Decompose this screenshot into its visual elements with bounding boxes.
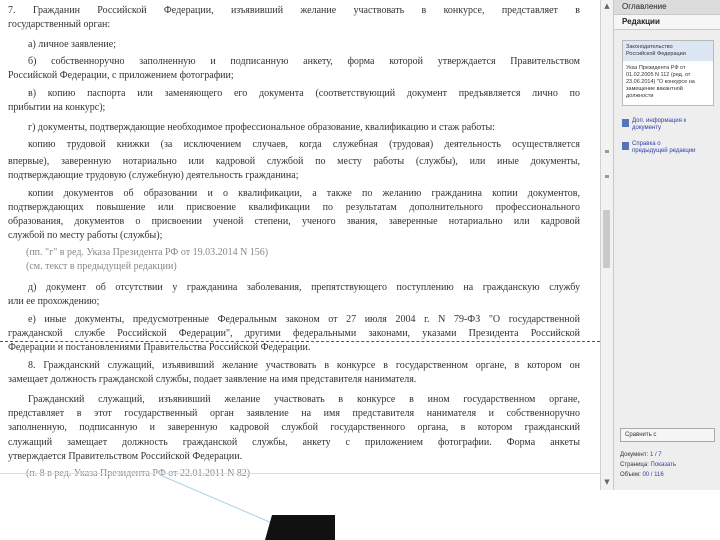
info-line: Российской Федерации (626, 51, 686, 57)
sidebar-footer: Сравнить с Документ: 1 / 7 Страница: Пок… (614, 428, 720, 480)
page-label: Страница: (620, 462, 649, 468)
document-line: образования, документов о присвоении уче… (8, 216, 580, 227)
tab-contents[interactable]: Оглавление (614, 0, 720, 15)
document-line: Федерации и постановлениями Правительств… (8, 342, 311, 353)
document-line: впервые), заверенную нотариально или кад… (8, 156, 580, 167)
document-pane: 7. Гражданин Российской Федерации, изъяв… (0, 0, 600, 490)
document-line: утверждается Правительством Российской Ф… (8, 451, 243, 462)
link-additional-info[interactable]: Доп. информация к документу (622, 118, 686, 132)
link-label: предыдущей редакции (632, 148, 696, 154)
link-label: Справка о (632, 141, 661, 147)
compare-button[interactable]: Сравнить с (620, 428, 715, 442)
document-line: замещает должность гражданской службы, п… (8, 374, 417, 385)
document-line: 8. Гражданский служащий, изъявивший жела… (28, 360, 580, 371)
document-line: б) собственноручно заполненную и подписа… (28, 56, 580, 67)
scroll-thumb[interactable] (603, 210, 610, 268)
page-counter: Страница: Показать (614, 460, 720, 470)
scroll-marker (605, 175, 609, 178)
document-line: подтверждающих повышение или присвоение … (8, 202, 580, 213)
document-line: Гражданский служащий, изъявивший желание… (28, 394, 580, 405)
document-line: копии документов об образовании и о квал… (28, 188, 580, 199)
info-line: 01.02.2005 N 112 (ред. от (626, 72, 691, 78)
document-line: 7. Гражданин Российской Федерации, изъяв… (8, 5, 580, 16)
document-line: или ее прохождению; (8, 296, 100, 307)
document-info-box[interactable]: Законодательство Российской Федерации Ук… (622, 40, 714, 106)
page-break-line (0, 341, 600, 342)
info-line: должности (626, 93, 654, 99)
info-box-header: Законодательство Российской Федерации (623, 41, 713, 61)
document-line: служащий замещает должность гражданской … (8, 437, 580, 448)
document-line: подтверждающие трудовую (служебную) деят… (8, 170, 299, 181)
document-line: (п. 8 в ред. Указа Президента РФ от 22.0… (26, 467, 250, 481)
vertical-scrollbar[interactable]: ▲ ▼ (600, 0, 613, 490)
size-counter: Объем: 00 / 116 (614, 470, 720, 480)
document-line: а) личное заявление; (28, 39, 116, 50)
document-line: г) документы, подтверждающие необходимое… (28, 122, 496, 133)
document-line: государственный орган: (8, 19, 111, 30)
document-icon (622, 142, 629, 150)
decorative-shape (265, 515, 335, 540)
scroll-marker (605, 150, 609, 153)
doc-value[interactable]: 1 / 7 (650, 452, 662, 458)
document-line: д) документ об отсутствии у гражданина з… (28, 282, 580, 293)
document-line: Российской Федерации, с приложением фото… (8, 70, 234, 81)
document-line: гражданской службе Российской Федерации"… (8, 328, 580, 339)
document-line: в) копию паспорта или заменяющего его до… (28, 88, 580, 99)
document-line: (пп. "г" в ред. Указа Президента РФ от 1… (26, 247, 269, 258)
document-icon (622, 119, 629, 127)
tab-editions[interactable]: Редакции (614, 15, 720, 30)
scroll-down-icon[interactable]: ▼ (603, 478, 611, 486)
scroll-up-icon[interactable]: ▲ (603, 2, 611, 10)
footer-rule (0, 473, 600, 474)
info-line: замещение вакантной (626, 86, 683, 92)
link-previous-edition[interactable]: Справка о предыдущей редакции (622, 141, 695, 155)
doc-label: Документ: (620, 452, 649, 458)
document-line: заполненную, подписанную и заверенную ка… (8, 422, 580, 433)
page-value[interactable]: Показать (651, 462, 677, 468)
info-line: Указ Президента РФ от (626, 65, 686, 71)
link-label: Доп. информация к (632, 118, 687, 124)
document-line: (см. текст в предыдущей редакции) (26, 261, 177, 272)
size-value: 00 / 116 (642, 472, 664, 478)
document-line: представляет в этот государственный орга… (8, 408, 580, 419)
document-line: службой по месту работы (службы); (8, 230, 163, 241)
right-sidebar: Оглавление Редакции Законодательство Рос… (613, 0, 720, 490)
document-line: прибытии на конкурс); (8, 102, 106, 113)
document-line: е) иные документы, предусмотренные Федер… (28, 314, 580, 325)
document-line: копию трудовой книжки (за исключением сл… (28, 139, 580, 150)
link-label: документу (632, 125, 662, 131)
size-label: Объем: (620, 472, 641, 478)
info-line: 23.06.2014) "О конкурсе на (626, 79, 695, 85)
doc-counter: Документ: 1 / 7 (614, 450, 720, 460)
info-line: Законодательство (626, 44, 673, 50)
